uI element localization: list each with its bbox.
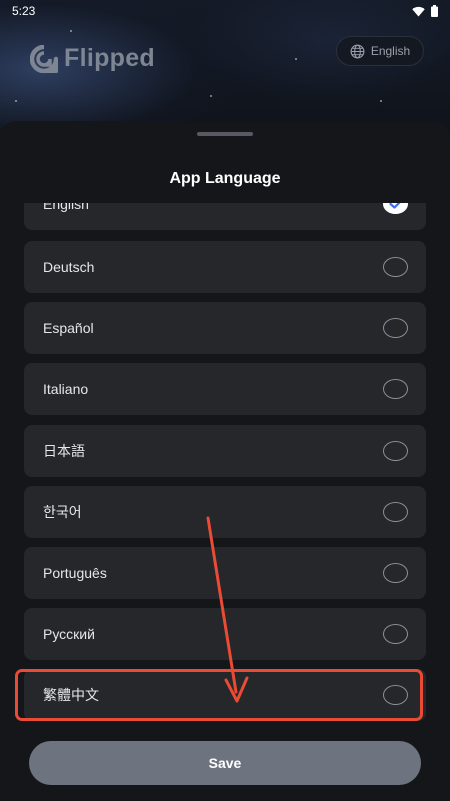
language-button-label: English <box>370 44 411 58</box>
language-item-label: 한국어 <box>43 504 82 520</box>
language-item-english[interactable]: English <box>24 203 426 230</box>
language-item-deutsch[interactable]: Deutsch <box>24 241 426 293</box>
radio-unchecked-icon[interactable] <box>383 624 408 644</box>
radio-checked-icon[interactable] <box>383 203 408 214</box>
flipped-logo-icon <box>30 44 58 73</box>
language-item-label: Español <box>43 320 94 336</box>
language-item-label: English <box>43 203 89 212</box>
sheet-title: App Language <box>169 170 281 187</box>
battery-icon <box>431 5 438 17</box>
wifi-icon <box>412 6 425 16</box>
sheet-drag-handle[interactable] <box>197 132 253 136</box>
radio-unchecked-icon[interactable] <box>383 257 408 277</box>
radio-unchecked-icon[interactable] <box>383 502 408 522</box>
language-item-russian[interactable]: Русский <box>24 608 426 660</box>
language-item-italiano[interactable]: Italiano <box>24 363 426 415</box>
radio-unchecked-icon[interactable] <box>383 441 408 461</box>
radio-unchecked-icon[interactable] <box>383 563 408 583</box>
language-item-japanese[interactable]: 日本語 <box>24 425 426 477</box>
language-item-portugues[interactable]: Português <box>24 547 426 599</box>
save-button[interactable]: Save <box>29 741 421 785</box>
status-bar: 5:23 <box>0 0 450 22</box>
radio-unchecked-icon[interactable] <box>383 318 408 338</box>
app-logo: Flipped <box>30 44 155 73</box>
language-item-label: Português <box>43 565 107 581</box>
radio-unchecked-icon[interactable] <box>383 379 408 399</box>
checkmark-icon <box>388 203 401 209</box>
status-time: 5:23 <box>12 4 36 18</box>
language-item-label: Italiano <box>43 381 89 397</box>
language-item-espanol[interactable]: Español <box>24 302 426 354</box>
language-item-korean[interactable]: 한국어 <box>24 486 426 538</box>
language-button[interactable]: English <box>336 36 424 66</box>
language-list[interactable]: English Deutsch Español Italiano 日本語 한국어… <box>0 203 450 729</box>
logo-text: Flipped <box>64 44 155 72</box>
globe-icon <box>350 44 365 58</box>
radio-unchecked-icon[interactable] <box>383 685 408 705</box>
language-item-label: 繁體中文 <box>43 687 99 703</box>
language-item-label: Deutsch <box>43 259 95 275</box>
language-item-traditional-chinese[interactable]: 繁體中文 <box>24 669 426 721</box>
language-item-label: Русский <box>43 626 95 642</box>
language-item-label: 日本語 <box>43 443 85 459</box>
